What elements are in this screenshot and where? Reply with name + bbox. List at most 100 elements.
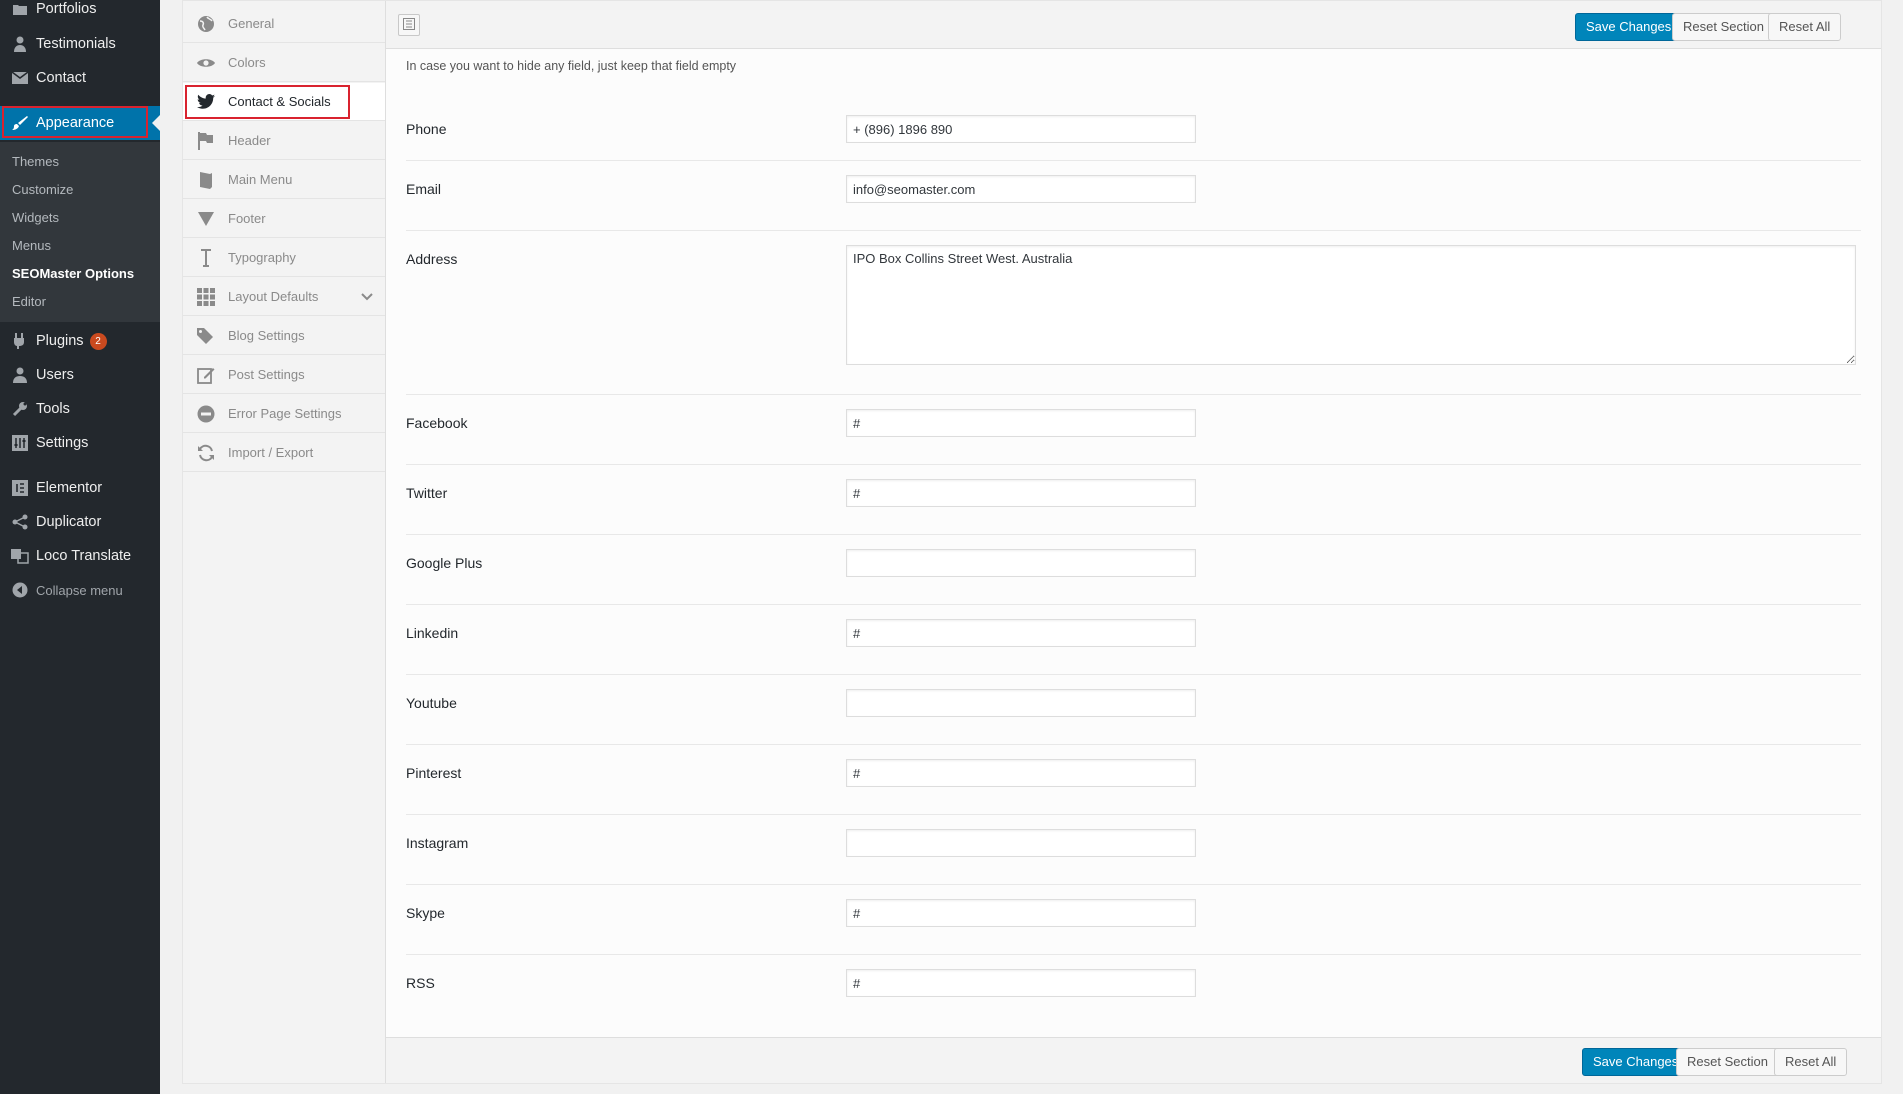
elementor-icon bbox=[10, 480, 30, 496]
submenu-item-editor[interactable]: Editor bbox=[12, 294, 46, 309]
skype-field[interactable] bbox=[846, 899, 1196, 927]
menu-item-duplicator[interactable]: Duplicator bbox=[0, 505, 160, 539]
arrow-down-icon bbox=[195, 211, 217, 226]
expand-icon bbox=[403, 17, 415, 33]
field-label: Phone bbox=[406, 121, 447, 137]
settings-icon bbox=[10, 435, 30, 451]
menu-item-portfolios[interactable]: Portfolios bbox=[0, 0, 160, 26]
field-row-rss: RSS bbox=[406, 955, 1861, 1024]
field-row-linkedin: Linkedin bbox=[406, 605, 1861, 675]
rss-field[interactable] bbox=[846, 969, 1196, 997]
options-tab-general[interactable]: General bbox=[183, 5, 385, 43]
address-field[interactable]: IPO Box Collins Street West. Australia bbox=[846, 245, 1856, 365]
field-row-twitter: Twitter bbox=[406, 465, 1861, 535]
paintbrush-icon bbox=[10, 115, 30, 131]
options-tab-label: Layout Defaults bbox=[228, 289, 319, 304]
options-tab-layout-defaults[interactable]: Layout Defaults bbox=[183, 278, 385, 316]
field-row-phone: Phone bbox=[406, 101, 1861, 161]
options-header-toolbar: Save Changes Reset Section Reset All bbox=[386, 1, 1881, 49]
reset-section-button-top[interactable]: Reset Section bbox=[1672, 13, 1775, 41]
mail-icon bbox=[10, 72, 30, 84]
menu-item-settings[interactable]: Settings bbox=[0, 426, 160, 460]
field-label: Instagram bbox=[406, 835, 469, 851]
youtube-field[interactable] bbox=[846, 689, 1196, 717]
linkedin-field[interactable] bbox=[846, 619, 1196, 647]
pinterest-field[interactable] bbox=[846, 759, 1196, 787]
options-section-nav: General Colors Contact & Socials Header … bbox=[183, 1, 386, 1083]
menu-item-elementor[interactable]: Elementor bbox=[0, 471, 160, 505]
options-tab-import-export[interactable]: Import / Export bbox=[183, 434, 385, 472]
menu-item-loco-translate[interactable]: Loco Translate bbox=[0, 539, 160, 573]
phone-field[interactable] bbox=[846, 115, 1196, 143]
email-field[interactable] bbox=[846, 175, 1196, 203]
theme-options-panel: General Colors Contact & Socials Header … bbox=[182, 0, 1882, 1084]
menu-item-users[interactable]: Users bbox=[0, 358, 160, 392]
menu-item-plugins[interactable]: Plugins 2 bbox=[0, 324, 160, 358]
tools-icon bbox=[10, 401, 30, 417]
field-label: Address bbox=[406, 251, 458, 267]
options-tab-header[interactable]: Header bbox=[183, 122, 385, 160]
facebook-field[interactable] bbox=[846, 409, 1196, 437]
options-footer-toolbar: Save Changes Reset Section Reset All bbox=[386, 1037, 1881, 1083]
menu-item-label: Tools bbox=[36, 401, 70, 417]
portfolio-icon bbox=[10, 2, 30, 16]
field-label: Facebook bbox=[406, 415, 468, 431]
options-tab-blog-settings[interactable]: Blog Settings bbox=[183, 317, 385, 355]
reset-section-button-bottom[interactable]: Reset Section bbox=[1676, 1048, 1779, 1076]
menu-item-label: Elementor bbox=[36, 480, 103, 496]
collapse-menu-button[interactable]: Collapse menu bbox=[0, 573, 160, 607]
menu-item-label: Plugins bbox=[36, 333, 84, 349]
field-label: Google Plus bbox=[406, 555, 483, 571]
options-tab-error-page-settings[interactable]: Error Page Settings bbox=[183, 395, 385, 433]
grid-icon bbox=[195, 287, 217, 306]
submenu-item-seomaster-options[interactable]: SEOMaster Options bbox=[12, 266, 134, 281]
field-label: Email bbox=[406, 181, 442, 197]
twitter-field[interactable] bbox=[846, 479, 1196, 507]
options-tab-colors[interactable]: Colors bbox=[183, 44, 385, 82]
field-row-google-plus: Google Plus bbox=[406, 535, 1861, 605]
menu-item-label: Contact bbox=[36, 70, 86, 86]
chevron-down-icon[interactable] bbox=[361, 289, 373, 304]
collapse-menu-label: Collapse menu bbox=[36, 582, 123, 598]
submenu-item-themes[interactable]: Themes bbox=[12, 154, 59, 169]
instagram-field[interactable] bbox=[846, 829, 1196, 857]
options-tab-label: Header bbox=[228, 133, 271, 148]
expand-options-button[interactable] bbox=[398, 14, 420, 36]
field-label: Linkedin bbox=[406, 625, 459, 641]
menu-item-appearance[interactable]: Appearance bbox=[0, 106, 160, 140]
reset-all-button-bottom[interactable]: Reset All bbox=[1774, 1048, 1848, 1076]
field-label: Pinterest bbox=[406, 765, 462, 781]
save-changes-button-top[interactable]: Save Changes bbox=[1575, 13, 1683, 41]
submenu-item-customize[interactable]: Customize bbox=[12, 182, 73, 197]
field-row-address: Address IPO Box Collins Street West. Aus… bbox=[406, 231, 1861, 395]
flag-icon bbox=[195, 131, 217, 150]
google-plus-field[interactable] bbox=[846, 549, 1196, 577]
options-tab-contact-socials[interactable]: Contact & Socials bbox=[183, 83, 385, 121]
plugin-icon bbox=[10, 333, 30, 349]
options-tab-label: Post Settings bbox=[228, 367, 305, 382]
field-row-email: Email bbox=[406, 161, 1861, 231]
menu-item-contact[interactable]: Contact bbox=[0, 61, 160, 95]
translate-icon bbox=[10, 548, 30, 564]
options-tab-main-menu[interactable]: Main Menu bbox=[183, 161, 385, 199]
save-changes-button-bottom[interactable]: Save Changes bbox=[1582, 1048, 1690, 1076]
options-tab-typography[interactable]: Typography bbox=[183, 239, 385, 277]
twitter-icon bbox=[195, 94, 217, 109]
share-icon bbox=[10, 514, 30, 530]
menu-item-testimonials[interactable]: Testimonials bbox=[0, 27, 160, 61]
menu-item-tools[interactable]: Tools bbox=[0, 392, 160, 426]
minus-circle-icon bbox=[195, 405, 217, 423]
submenu-item-widgets[interactable]: Widgets bbox=[12, 210, 59, 225]
submenu-item-menus[interactable]: Menus bbox=[12, 238, 51, 253]
users-icon bbox=[10, 367, 30, 383]
options-tab-footer[interactable]: Footer bbox=[183, 200, 385, 238]
field-row-pinterest: Pinterest bbox=[406, 745, 1861, 815]
refresh-icon bbox=[195, 444, 217, 462]
reset-all-button-top[interactable]: Reset All bbox=[1768, 13, 1842, 41]
field-label: Skype bbox=[406, 905, 445, 921]
testimonial-icon bbox=[10, 36, 30, 52]
menu-item-label: Users bbox=[36, 367, 74, 383]
options-tab-post-settings[interactable]: Post Settings bbox=[183, 356, 385, 394]
menu-item-label: Settings bbox=[36, 435, 89, 451]
options-content: In case you want to hide any field, just… bbox=[386, 49, 1881, 1037]
